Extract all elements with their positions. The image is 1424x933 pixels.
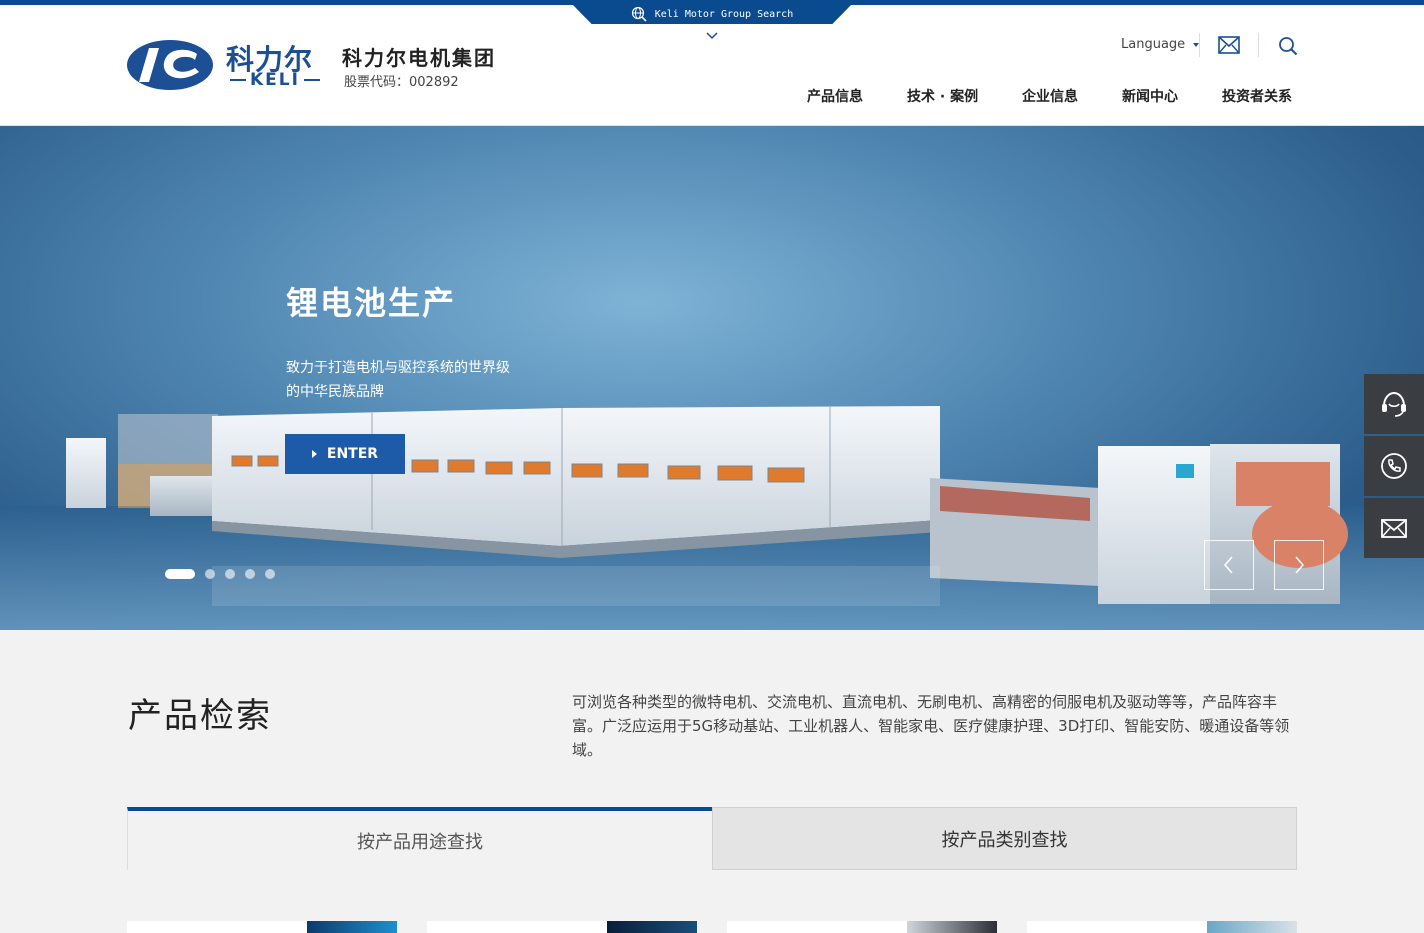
phone-button[interactable] <box>1364 436 1424 496</box>
slide-dot-3[interactable] <box>225 569 235 579</box>
globe-search-icon <box>631 6 647 22</box>
floating-contact-tools <box>1364 374 1424 560</box>
enter-button[interactable]: ENTER <box>285 434 405 474</box>
keli-logo-icon[interactable] <box>127 40 213 90</box>
chevron-left-icon <box>1224 556 1233 574</box>
product-card[interactable] <box>427 921 697 933</box>
divider <box>1258 33 1259 57</box>
slide-indicators <box>165 569 275 579</box>
nav-product-info[interactable]: 产品信息 <box>807 86 863 106</box>
enter-label: ENTER <box>326 446 379 462</box>
prev-slide-button[interactable] <box>1204 540 1254 590</box>
product-card[interactable] <box>727 921 997 933</box>
search-tab-label: Keli Motor Group Search <box>654 8 794 20</box>
slide-dot-2[interactable] <box>205 569 215 579</box>
nav-company-info[interactable]: 企业信息 <box>1022 86 1078 106</box>
play-icon <box>311 450 317 458</box>
tab-by-application[interactable]: 按产品用途查找 <box>127 807 712 870</box>
logo-english: KELI <box>226 70 324 90</box>
headset-icon <box>1382 391 1406 417</box>
banner-title: 锂电池生产 <box>286 284 457 322</box>
product-card[interactable] <box>1027 921 1297 933</box>
email-button[interactable] <box>1364 498 1424 558</box>
banner-subtitle: 致力于打造电机与驱控系统的世界级的中华民族品牌 <box>286 360 510 400</box>
nav-tech-cases[interactable]: 技术 · 案例 <box>907 86 978 106</box>
slide-dot-5[interactable] <box>265 569 275 579</box>
group-name: 科力尔电机集团 <box>342 46 496 70</box>
chevron-right-icon <box>1295 556 1304 574</box>
group-search-tab[interactable]: Keli Motor Group Search <box>572 4 852 24</box>
slide-dot-4[interactable] <box>245 569 255 579</box>
language-label: Language <box>1121 37 1186 52</box>
chevron-down-icon[interactable] <box>704 30 720 42</box>
phone-icon <box>1381 453 1407 479</box>
section-description: 可浏览各种类型的微特电机、交流电机、直流电机、无刷电机、高精密的伺服电机及驱动等… <box>572 693 1290 759</box>
stock-code: 股票代码：002892 <box>344 75 459 90</box>
nav-investor-relations[interactable]: 投资者关系 <box>1222 86 1292 106</box>
hero-banner: 锂电池生产 致力于打造电机与驱控系统的世界级的中华民族品牌 ENTER <box>0 126 1424 630</box>
mail-icon <box>1381 519 1407 538</box>
tab-by-category[interactable]: 按产品类别查找 <box>712 807 1297 870</box>
customer-service-button[interactable] <box>1364 374 1424 434</box>
search-icon[interactable] <box>1278 36 1298 56</box>
language-selector[interactable]: Language <box>1121 37 1200 52</box>
section-title: 产品检索 <box>128 696 272 736</box>
nav-news-center[interactable]: 新闻中心 <box>1122 86 1178 106</box>
product-card[interactable] <box>127 921 397 933</box>
divider <box>1199 33 1200 57</box>
slide-dot-1[interactable] <box>165 569 195 579</box>
mail-icon[interactable] <box>1218 36 1240 54</box>
next-slide-button[interactable] <box>1274 540 1324 590</box>
site-header: Keli Motor Group Search 科力尔 KELI 科力尔电机集团… <box>0 0 1424 126</box>
